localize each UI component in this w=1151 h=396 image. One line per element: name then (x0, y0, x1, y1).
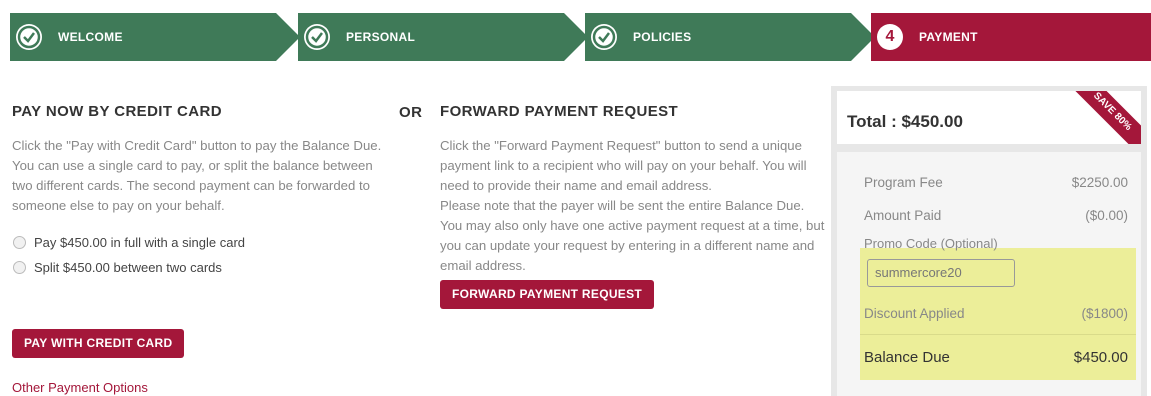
balance-due-label: Balance Due (864, 349, 950, 366)
amount-paid-label: Amount Paid (864, 208, 942, 223)
check-icon (591, 24, 617, 50)
balance-due-row: Balance Due $450.00 (864, 349, 1128, 366)
step-label: PAYMENT (919, 30, 978, 44)
check-icon (16, 24, 42, 50)
discount-value: ($1800) (1081, 306, 1128, 321)
other-payment-options-link[interactable]: Other Payment Options (12, 380, 148, 395)
or-divider: OR (399, 104, 423, 121)
forward-note: Please note that the payer will be sent … (440, 198, 825, 273)
option-label: Split $450.00 between two cards (34, 260, 222, 275)
program-fee-label: Program Fee (864, 175, 943, 190)
balance-due-value: $450.00 (1073, 349, 1128, 366)
discount-row: Discount Applied ($1800) (864, 306, 1128, 321)
amount-paid-value: ($0.00) (1085, 208, 1128, 223)
progress-stepper: WELCOME PERSONAL POLICIES 4 PAYMENT (10, 13, 1151, 61)
save-ribbon: SAVE 80% (1065, 91, 1141, 144)
pay-with-credit-card-button[interactable]: PAY WITH CREDIT CARD (12, 329, 185, 358)
step-label: WELCOME (58, 30, 123, 44)
total-amount: Total : $450.00 (847, 112, 963, 131)
forward-payment-section: FORWARD PAYMENT REQUEST Click the "Forwa… (440, 103, 825, 309)
radio-button[interactable] (13, 236, 26, 249)
summary-header: Total : $450.00 SAVE 80% (837, 91, 1141, 144)
forward-title: FORWARD PAYMENT REQUEST (440, 103, 679, 120)
pay-now-title: PAY NOW BY CREDIT CARD (12, 103, 222, 120)
step-welcome[interactable]: WELCOME (10, 13, 300, 61)
option-full-payment[interactable]: Pay $450.00 in full with a single card (12, 230, 392, 255)
option-label: Pay $450.00 in full with a single card (34, 235, 246, 250)
step-policies[interactable]: POLICIES (585, 13, 875, 61)
payment-option-group: Pay $450.00 in full with a single card S… (12, 230, 392, 280)
order-summary-panel: Total : $450.00 SAVE 80% Program Fee $22… (831, 86, 1147, 396)
step-number-badge: 4 (877, 24, 903, 50)
step-payment[interactable]: 4 PAYMENT (871, 13, 1151, 61)
step-label: PERSONAL (346, 30, 416, 44)
program-fee-value: $2250.00 (1071, 175, 1128, 190)
amount-paid-row: Amount Paid ($0.00) (864, 208, 1128, 223)
check-icon (304, 24, 330, 50)
program-fee-row: Program Fee $2250.00 (864, 175, 1128, 190)
step-number: 4 (885, 28, 895, 45)
discount-label: Discount Applied (864, 306, 965, 321)
forward-payment-request-button[interactable]: FORWARD PAYMENT REQUEST (440, 280, 655, 309)
step-personal[interactable]: PERSONAL (298, 13, 588, 61)
promo-code-input[interactable]: summercore20 (867, 259, 1015, 287)
option-split-payment[interactable]: Split $450.00 between two cards (12, 255, 392, 280)
forward-description: Click the "Forward Payment Request" butt… (440, 138, 807, 193)
radio-button[interactable] (13, 261, 26, 274)
step-label: POLICIES (633, 30, 692, 44)
pay-now-section: PAY NOW BY CREDIT CARD Click the "Pay wi… (12, 103, 392, 280)
summary-body: Program Fee $2250.00 Amount Paid ($0.00)… (837, 152, 1141, 396)
divider (860, 334, 1136, 335)
promo-code-label: Promo Code (Optional) (864, 236, 998, 251)
pay-now-description: Click the "Pay with Credit Card" button … (12, 138, 382, 213)
